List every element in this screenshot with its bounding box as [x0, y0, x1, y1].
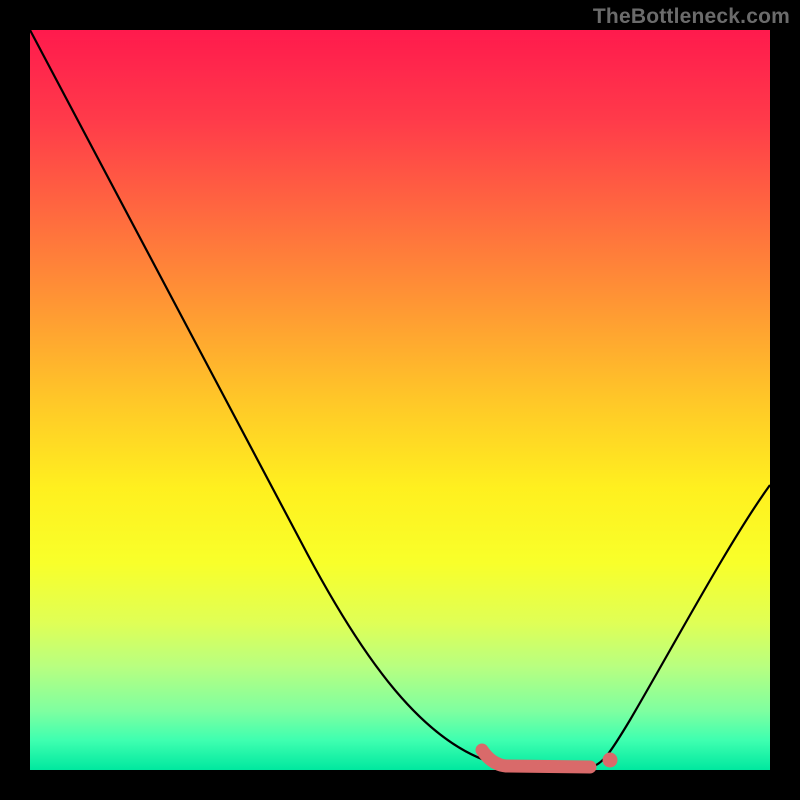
plot-area: [30, 30, 770, 770]
optimum-segment: [482, 750, 590, 767]
optimum-end-dot: [603, 753, 618, 768]
curve-layer: [30, 30, 770, 770]
chart-frame: TheBottleneck.com: [0, 0, 800, 800]
bottleneck-curve: [30, 30, 770, 767]
watermark-text: TheBottleneck.com: [593, 5, 790, 29]
